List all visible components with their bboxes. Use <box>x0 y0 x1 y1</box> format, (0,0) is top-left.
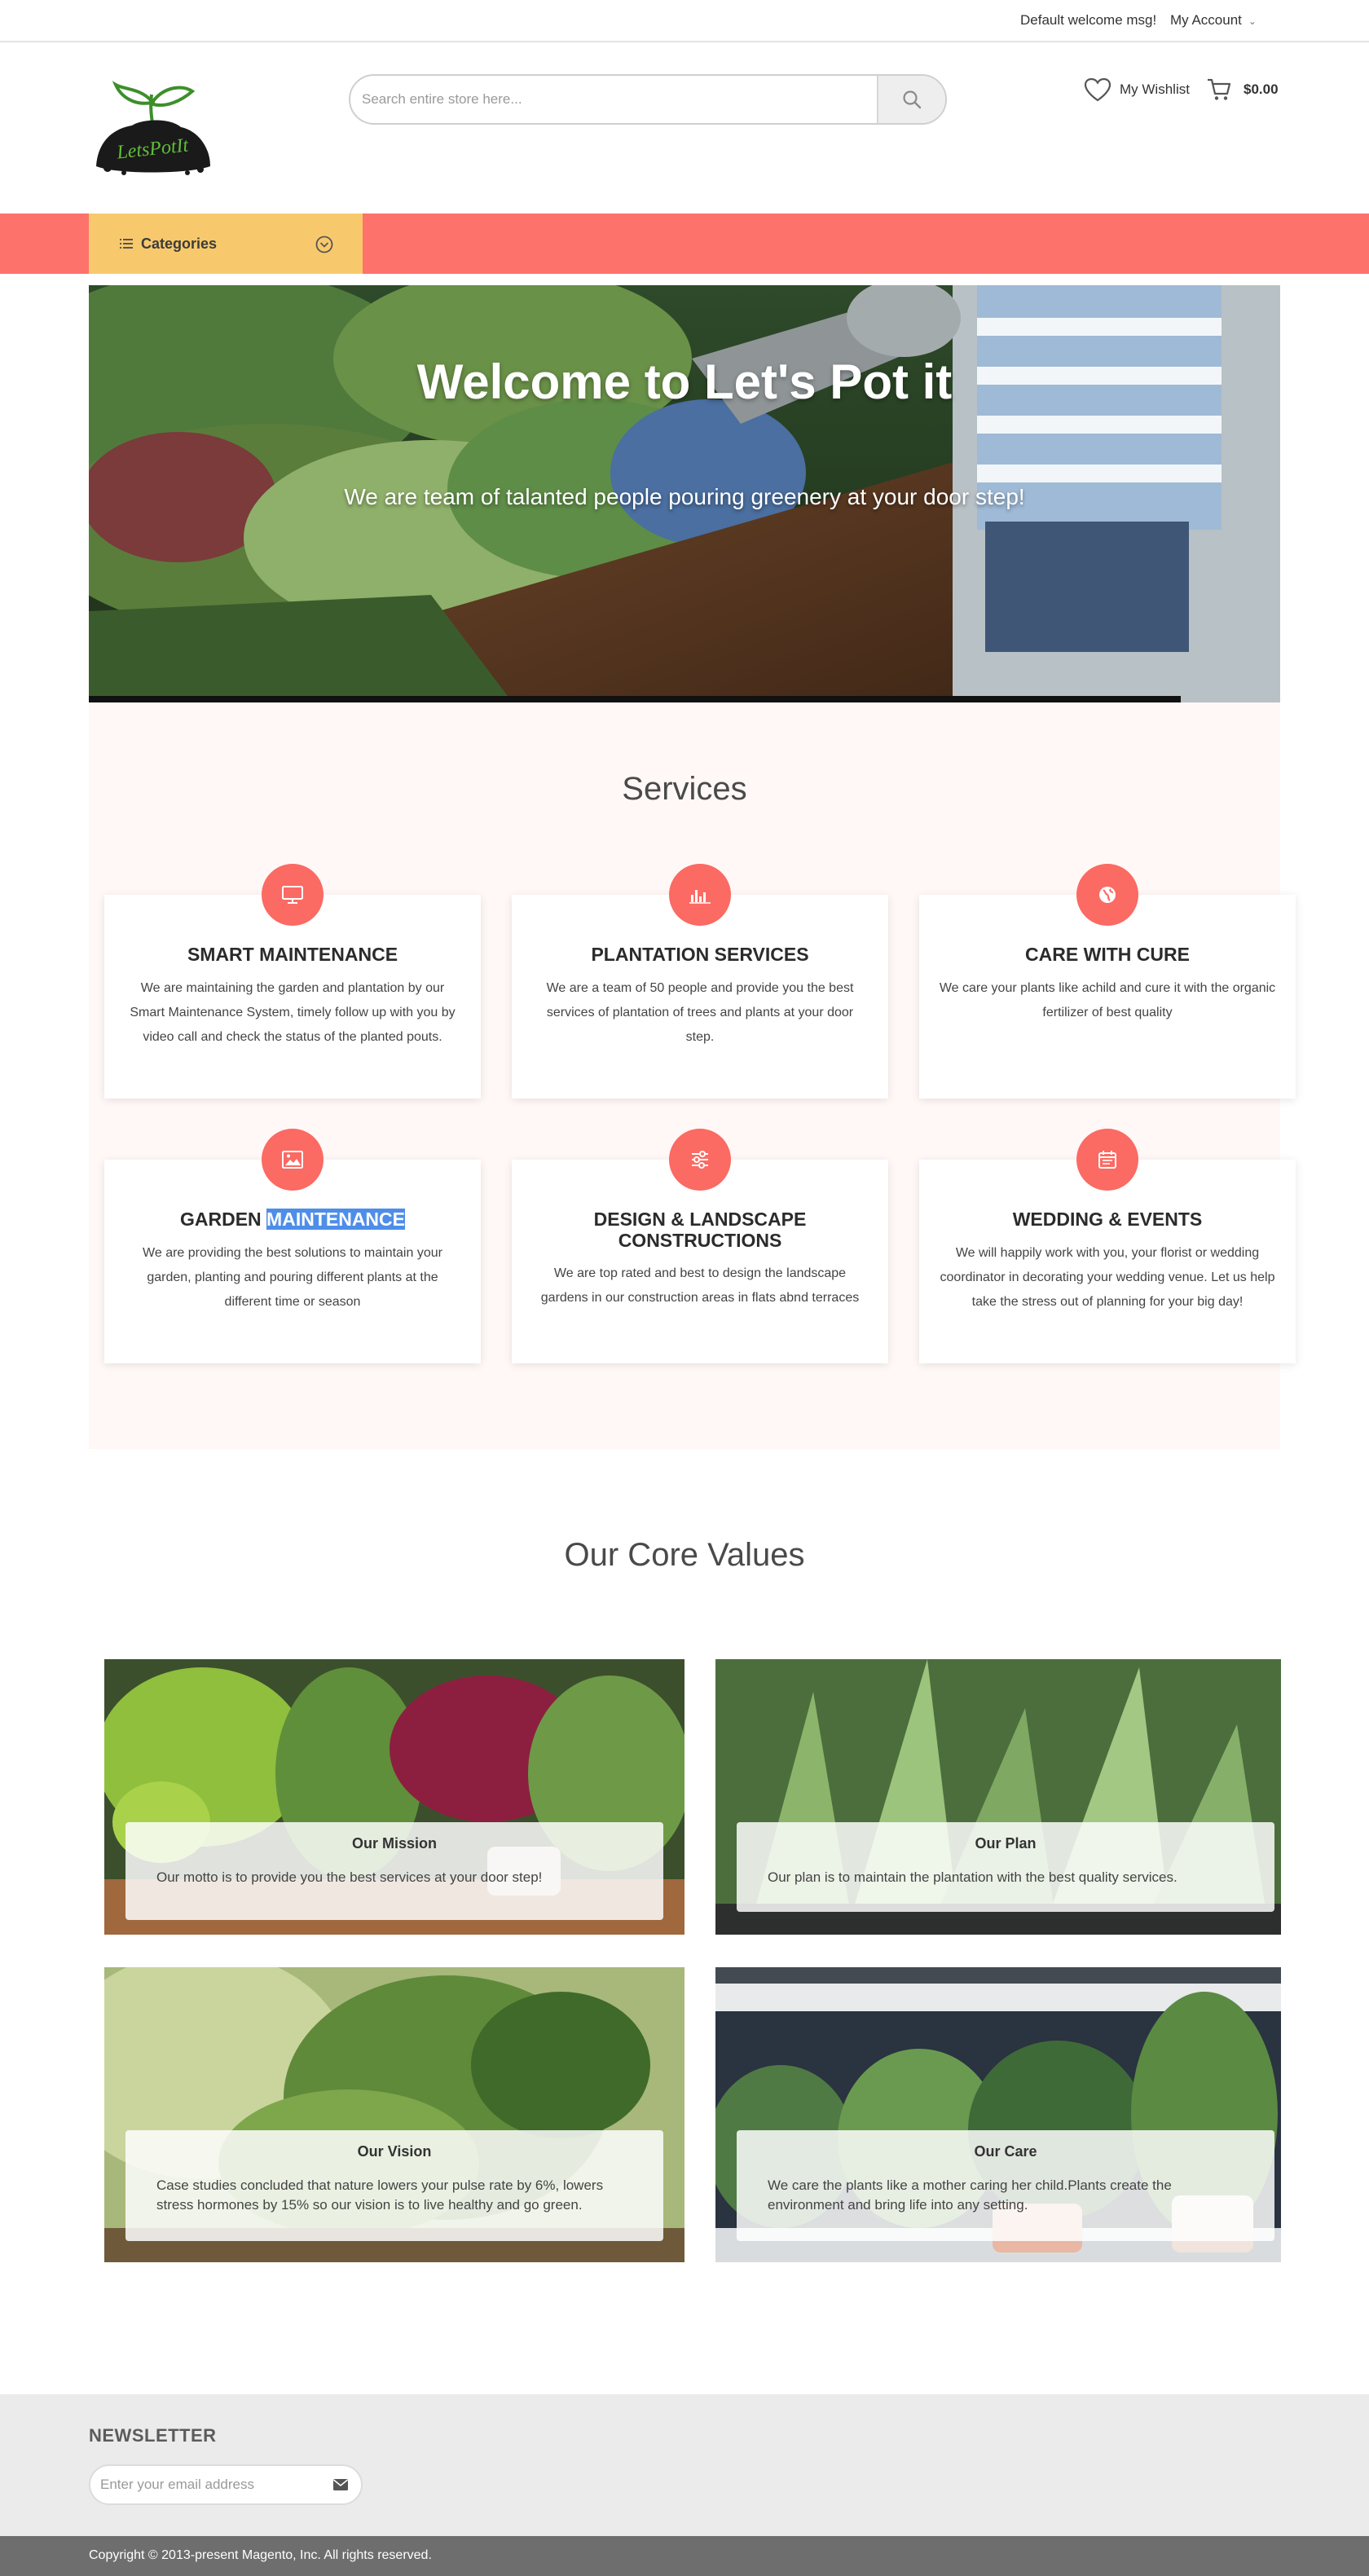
wishlist-link[interactable]: My Wishlist <box>1084 75 1190 104</box>
bar-chart-icon <box>689 890 711 904</box>
value-text: Case studies concluded that nature lower… <box>156 2177 604 2213</box>
value-text: Our plan is to maintain the plantation w… <box>768 1869 1178 1885</box>
selected-text-highlight: MAINTENANCE <box>266 1209 405 1230</box>
hero-subtitle: We are team of talanted people pouring g… <box>344 484 1025 509</box>
site-header: LetsPotIt My Wishlist $0.00 <box>0 44 1369 214</box>
welcome-message: Default welcome msg! <box>1020 12 1157 28</box>
value-card-mission: Our Mission Our motto is to provide you … <box>104 1659 684 1935</box>
service-title: DESIGN & LANDSCAPE CONSTRUCTIONS <box>593 1209 807 1251</box>
site-logo[interactable]: LetsPotIt <box>91 77 213 176</box>
service-text: We are providing the best solutions to m… <box>143 1246 442 1309</box>
service-card-smart-maintenance: SMART MAINTENANCE We are maintaining the… <box>104 864 481 1099</box>
value-overlay: Our Mission Our motto is to provide you … <box>125 1822 663 1920</box>
my-account-label: My Account <box>1170 12 1242 28</box>
service-card-design-landscape: DESIGN & LANDSCAPE CONSTRUCTIONS We are … <box>512 1129 888 1363</box>
service-text: We care your plants like achild and cure… <box>939 981 1276 1019</box>
value-overlay: Our Plan Our plan is to maintain the pla… <box>737 1822 1274 1912</box>
chevron-down-circle-icon <box>315 236 333 253</box>
value-title: Our Mission <box>351 1835 437 1852</box>
service-text: We are maintaining the garden and planta… <box>130 981 456 1044</box>
value-card-vision: Our Vision Case studies concluded that n… <box>104 1967 684 2262</box>
service-title: GARDEN MAINTENANCE <box>121 1209 464 1230</box>
newsletter-section: NEWSLETTER <box>0 2394 1369 2536</box>
newsletter-title: NEWSLETTER <box>89 2425 217 2446</box>
cart-total: $0.00 <box>1244 81 1279 97</box>
service-card-plantation: PLANTATION SERVICES We are a team of 50 … <box>512 864 888 1099</box>
service-card-garden-maintenance: GARDEN MAINTENANCE We are providing the … <box>104 1129 481 1363</box>
search-input[interactable] <box>350 76 876 123</box>
service-text: We are a team of 50 people and provide y… <box>546 981 854 1044</box>
service-card-care-with-cure: CARE WITH CURE We care your plants like … <box>919 864 1296 1099</box>
service-icon-badge <box>669 1129 731 1191</box>
globe-icon <box>1099 887 1116 903</box>
categories-label: Categories <box>141 235 218 252</box>
value-overlay: Our Vision Case studies concluded that n… <box>125 2130 663 2241</box>
sliders-icon <box>692 1151 708 1169</box>
monitor-icon <box>282 886 303 904</box>
services-title: Services <box>622 771 747 807</box>
value-title: Our Care <box>974 2143 1037 2160</box>
wishlist-label: My Wishlist <box>1120 81 1190 97</box>
footer-copyright-bar: Copyright © 2013-present Magento, Inc. A… <box>0 2536 1369 2576</box>
service-title-part: GARDEN <box>179 1209 267 1230</box>
value-overlay: Our Care We care the plants like a mothe… <box>737 2130 1274 2241</box>
value-text: Our motto is to provide you the best ser… <box>156 1869 543 1885</box>
chevron-down-icon: ⌄ <box>1248 15 1257 27</box>
service-title: SMART MAINTENANCE <box>187 944 398 965</box>
letspotit-logo: LetsPotIt <box>96 81 210 175</box>
search-bar <box>349 74 947 125</box>
service-icon-badge <box>1076 1129 1138 1191</box>
calendar-icon <box>1098 1151 1116 1169</box>
service-card-wedding-events: WEDDING & EVENTS We will happily work wi… <box>919 1129 1296 1363</box>
value-title: Our Plan <box>975 1835 1037 1852</box>
cart-icon <box>1208 78 1231 100</box>
value-text: We care the plants like a mother caring … <box>768 2177 1172 2213</box>
service-text: We are top rated and best to design the … <box>540 1266 860 1305</box>
my-account-link[interactable]: My Account ⌄ <box>1170 12 1257 29</box>
service-icon-badge <box>669 864 731 926</box>
minicart-link[interactable]: $0.00 <box>1206 75 1279 104</box>
service-title: PLANTATION SERVICES <box>591 944 809 965</box>
search-button[interactable] <box>877 76 945 123</box>
service-title: WEDDING & EVENTS <box>1012 1209 1203 1230</box>
value-title: Our Vision <box>357 2143 432 2160</box>
newsletter-form <box>89 2464 363 2505</box>
copyright-text: Copyright © 2013-present Magento, Inc. A… <box>89 2548 432 2562</box>
hero-progress-strip <box>89 696 1181 702</box>
search-icon <box>903 90 922 109</box>
service-icon-badge <box>262 1129 324 1191</box>
value-card-care: Our Care We care the plants like a mothe… <box>715 1967 1281 2262</box>
heart-icon <box>1084 77 1111 102</box>
categories-dropdown[interactable]: Categories <box>89 214 363 274</box>
service-title: CARE WITH CURE <box>1025 944 1190 965</box>
service-icon-badge <box>1076 864 1138 926</box>
core-values-title: Our Core Values <box>564 1537 805 1573</box>
navigation-bar: Categories <box>0 214 1369 274</box>
list-icon <box>120 239 133 249</box>
image-icon <box>282 1151 303 1169</box>
envelope-icon <box>332 2479 349 2490</box>
top-bar: Default welcome msg! My Account ⌄ <box>0 0 1369 42</box>
service-icon-badge <box>262 864 324 926</box>
hero-banner: Welcome to Let's Pot it We are team of t… <box>89 285 1280 702</box>
newsletter-subscribe-button[interactable] <box>327 2471 354 2499</box>
service-text: We will happily work with you, your flor… <box>940 1246 1275 1309</box>
newsletter-email-input[interactable] <box>90 2466 319 2503</box>
value-card-plan: Our Plan Our plan is to maintain the pla… <box>715 1659 1281 1935</box>
hero-title: Welcome to Let's Pot it <box>416 354 953 409</box>
services-section: Services SMART MAINTENANCE We are mainta… <box>89 702 1296 1449</box>
